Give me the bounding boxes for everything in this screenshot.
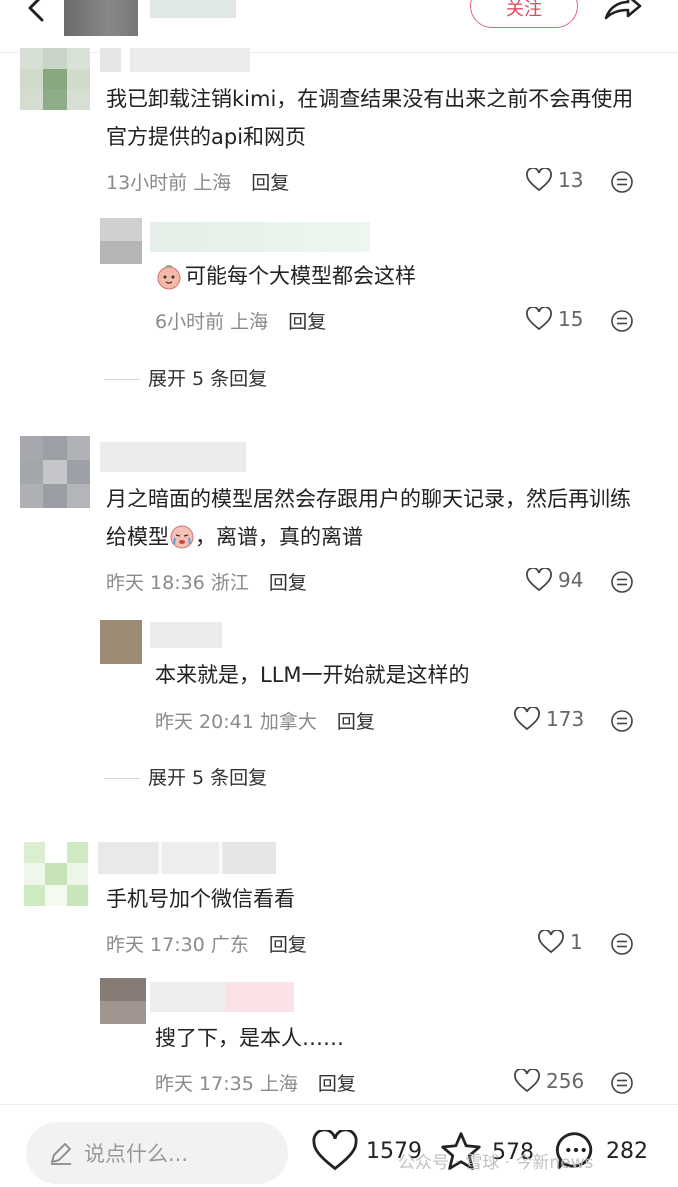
reply-meta: 昨天 17:35 上海 回复 xyxy=(155,1069,356,1096)
like-button[interactable]: 15 xyxy=(526,307,583,331)
comment-location: 上海 xyxy=(193,172,232,194)
like-count: 1 xyxy=(570,930,583,954)
more-icon[interactable] xyxy=(610,932,634,956)
username-blurred[interactable] xyxy=(98,842,276,874)
heart-icon xyxy=(514,1069,540,1093)
like-button[interactable]: 1 xyxy=(538,930,583,954)
reply-avatar[interactable] xyxy=(100,978,146,1024)
like-button[interactable]: 94 xyxy=(526,568,583,592)
like-count: 94 xyxy=(558,568,584,592)
reply-username-blurred[interactable] xyxy=(150,982,294,1012)
reply-avatar[interactable] xyxy=(100,218,142,264)
reply-button[interactable]: 回复 xyxy=(269,572,307,594)
follow-button[interactable]: 关注 xyxy=(470,0,578,28)
back-icon[interactable] xyxy=(20,0,50,24)
reply-location: 加拿大 xyxy=(259,711,317,733)
more-icon[interactable] xyxy=(610,570,634,594)
reply-username-blurred[interactable] xyxy=(150,622,222,648)
comment-meta: 昨天 18:36 浙江 回复 xyxy=(106,568,307,595)
like-count: 15 xyxy=(558,307,584,331)
emoji-sticker-icon xyxy=(170,525,194,549)
reply-button[interactable]: 回复 xyxy=(337,711,375,733)
comment-input[interactable]: 说点什么... xyxy=(26,1122,288,1184)
reply-avatar[interactable] xyxy=(100,620,142,664)
reply-text: 搜了下，是本人…… xyxy=(155,1026,344,1050)
heart-icon xyxy=(526,568,552,592)
comment-time: 昨天 18:36 xyxy=(106,572,205,594)
like-count: 173 xyxy=(546,707,585,731)
reply-meta: 6小时前 上海 回复 xyxy=(155,307,326,334)
avatar[interactable] xyxy=(24,842,88,906)
post-comment-count: 282 xyxy=(606,1138,648,1164)
comment-meta: 13小时前 上海 回复 xyxy=(106,168,289,195)
pencil-icon xyxy=(51,1143,71,1165)
avatar[interactable] xyxy=(20,436,90,508)
reply-button[interactable]: 回复 xyxy=(269,934,307,956)
author-avatar-blurred[interactable] xyxy=(64,0,138,36)
author-name-blurred xyxy=(150,0,236,18)
comment-location: 广东 xyxy=(210,934,249,956)
more-icon[interactable] xyxy=(610,309,634,333)
heart-icon xyxy=(526,168,552,192)
expand-replies-button[interactable]: 展开 5 条回复 xyxy=(104,364,267,391)
divider xyxy=(104,778,140,779)
expand-replies-button[interactable]: 展开 5 条回复 xyxy=(104,763,267,790)
username-blurred[interactable] xyxy=(100,48,250,72)
expand-label: 展开 5 条回复 xyxy=(148,368,268,390)
more-icon[interactable] xyxy=(610,1071,634,1095)
heart-icon xyxy=(538,930,564,954)
like-button[interactable]: 256 xyxy=(514,1069,584,1093)
comment-time: 昨天 17:30 xyxy=(106,934,205,956)
divider xyxy=(104,379,140,380)
comment-meta: 昨天 17:30 广东 回复 xyxy=(106,930,307,957)
reply-button[interactable]: 回复 xyxy=(251,172,289,194)
more-icon[interactable] xyxy=(610,170,634,194)
comment-input-placeholder: 说点什么... xyxy=(84,1142,189,1166)
like-button[interactable]: 13 xyxy=(526,168,583,192)
expand-label: 展开 5 条回复 xyxy=(148,767,268,789)
comment-text: 手机号加个微信看看 xyxy=(106,887,295,911)
reply-username-blurred[interactable] xyxy=(150,222,370,252)
avatar[interactable] xyxy=(20,48,90,110)
heart-icon xyxy=(514,707,540,731)
watermark: 公众号 · 雪球 · 今新news xyxy=(398,1153,594,1173)
reply-button[interactable]: 回复 xyxy=(318,1073,356,1095)
comment-time: 13小时前 xyxy=(106,172,188,194)
like-count: 256 xyxy=(546,1069,585,1093)
comment-text: 我已卸载注销kimi，在调查结果没有出来之前不会再使用官方提供的api和网页 xyxy=(106,87,634,149)
reply-meta: 昨天 20:41 加拿大 回复 xyxy=(155,707,375,734)
reply-button[interactable]: 回复 xyxy=(288,311,326,333)
emoji-sticker-icon xyxy=(157,265,181,290)
reply-location: 上海 xyxy=(259,1073,298,1095)
heart-icon xyxy=(312,1130,358,1171)
comment-text-tail: ，离谱，真的离谱 xyxy=(195,525,363,549)
heart-icon xyxy=(526,307,552,331)
more-icon[interactable] xyxy=(610,709,634,733)
reply-time: 昨天 20:41 xyxy=(155,711,254,733)
share-icon[interactable] xyxy=(600,0,642,24)
username-blurred[interactable] xyxy=(100,442,246,472)
comment-text: 月之暗面的模型居然会存跟用户的聊天记录，然后再训练给模型 ，离谱，真的离谱 xyxy=(106,480,646,556)
reply-text: 可能每个大模型都会这样 xyxy=(185,264,416,288)
reply-time: 6小时前 xyxy=(155,311,225,333)
reply-time: 昨天 17:35 xyxy=(155,1073,254,1095)
reply-text: 本来就是，LLM一开始就是这样的 xyxy=(155,663,470,687)
like-button[interactable]: 173 xyxy=(514,707,584,731)
reply-location: 上海 xyxy=(230,311,269,333)
like-count: 13 xyxy=(558,168,584,192)
comment-location: 浙江 xyxy=(210,572,249,594)
